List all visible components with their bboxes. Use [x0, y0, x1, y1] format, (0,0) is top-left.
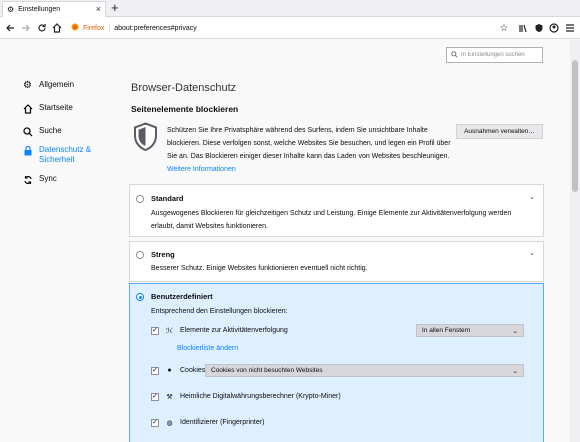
gear-icon: ⚙	[7, 5, 15, 14]
tab-settings[interactable]: ⚙ Einstellungen ×	[2, 1, 106, 17]
sync-icon	[22, 174, 33, 185]
tracker-icon: ℋ	[166, 327, 173, 335]
fingerprinters-checkbox[interactable]: ✓	[151, 418, 159, 427]
library-icon[interactable]	[516, 21, 530, 35]
sidebar-item-label: Datenschutz & Sicherheit	[39, 145, 92, 164]
cookies-label: Cookies	[180, 367, 206, 374]
custom-description: Entsprechend den Einstellungen blockiere…	[151, 308, 288, 315]
back-arrow-icon[interactable]	[3, 21, 17, 35]
sidebar-item-general[interactable]: ⚙ Allgemein	[22, 80, 74, 91]
sidebar-item-home[interactable]: Startseite	[22, 103, 73, 114]
account-icon[interactable]	[547, 21, 561, 35]
fingerprint-icon: ◍	[166, 419, 173, 427]
trackers-select[interactable]: In allen Fenstern ⌄	[416, 324, 524, 337]
sidebar-item-privacy[interactable]: Datenschutz & Sicherheit	[22, 145, 91, 165]
shield-icon	[134, 122, 157, 152]
new-tab-button[interactable]: +	[111, 1, 119, 15]
bookmark-star-icon[interactable]: ☆	[497, 21, 511, 35]
standard-description: Ausgewogenes Blockieren für gleichzeitig…	[151, 210, 512, 230]
lock-icon	[22, 145, 33, 156]
strict-radio[interactable]	[136, 251, 144, 259]
cookies-checkbox[interactable]: ✓	[151, 366, 159, 375]
chevron-down-icon: ⌄	[512, 367, 518, 375]
chevron-down-icon: ⌄	[512, 327, 518, 335]
strict-description: Besserer Schutz. Einige Websites funktio…	[151, 265, 368, 272]
settings-search[interactable]	[446, 47, 543, 63]
change-blocklist-link[interactable]: Blockierliste ändern	[177, 345, 238, 352]
forward-arrow-icon[interactable]	[19, 21, 33, 35]
tab-title: Einstellungen	[18, 6, 61, 13]
intro-description: Schützen Sie Ihre Privatsphäre während d…	[167, 127, 451, 160]
strict-title: Streng	[151, 250, 175, 259]
page-title: Browser-Datenschutz	[131, 82, 237, 94]
cryptominers-label: Heimliche Digitalwährungsberechner (Kryp…	[180, 393, 341, 400]
urlbar-divider: |	[108, 24, 111, 32]
sidebar-item-label: Startseite	[39, 103, 73, 112]
close-tab-icon[interactable]: ×	[96, 5, 101, 14]
manage-exceptions-button[interactable]: Ausnahmen verwalten…	[456, 124, 543, 139]
intro-text: Schützen Sie Ihre Privatsphäre während d…	[167, 124, 451, 176]
menu-icon[interactable]	[563, 21, 577, 35]
option-strict-card[interactable]: Streng ⌄ Besserer Schutz. Einige Website…	[129, 241, 544, 282]
chevron-down-icon[interactable]: ⌄	[529, 193, 535, 201]
option-custom-card[interactable]: Benutzerdefiniert Entsprechend den Einst…	[129, 283, 544, 442]
cookies-select[interactable]: Cookies von nicht besuchten Websites ⌄	[205, 364, 524, 377]
cryptominers-row: ✓ ⚒ Heimliche Digitalwährungsberechner (…	[151, 390, 341, 403]
fingerprinters-row: ✓ ◍ Identifizierer (Fingerprinter)	[151, 416, 264, 429]
trackers-label: Elemente zur Aktivitätenverfolgung	[180, 327, 288, 334]
shield-icon[interactable]	[532, 21, 546, 35]
custom-title: Benutzerdefiniert	[151, 292, 213, 301]
url-bar[interactable]: Firefox | about:preferences#privacy	[68, 20, 492, 36]
option-standard-card[interactable]: Standard ⌄ Ausgewogenes Blockieren für g…	[129, 184, 544, 237]
cookie-icon: ●	[167, 367, 172, 374]
standard-title: Standard	[151, 194, 184, 203]
search-icon	[451, 50, 458, 60]
category-sidebar: ⚙ Allgemein Startseite Suche Datenschutz…	[0, 40, 110, 442]
cookies-row: ✓ ● Cookies	[151, 364, 205, 377]
fingerprinters-label: Identifizierer (Fingerprinter)	[180, 419, 265, 426]
url-text[interactable]: about:preferences#privacy	[114, 25, 197, 32]
firefox-logo-icon	[71, 23, 79, 33]
trackers-row: ✓ ℋ Elemente zur Aktivitätenverfolgung	[151, 324, 288, 337]
cookies-select-value: Cookies von nicht besuchten Websites	[211, 367, 323, 374]
sidebar-item-search[interactable]: Suche	[22, 126, 62, 137]
home-icon[interactable]	[50, 21, 64, 35]
sidebar-item-label: Allgemein	[39, 80, 75, 89]
cryptominer-icon: ⚒	[166, 393, 173, 401]
navigation-bar: Firefox | about:preferences#privacy ☆	[0, 17, 580, 39]
standard-radio[interactable]	[136, 195, 144, 203]
identity-label: Firefox	[83, 24, 105, 32]
scrollbar-thumb[interactable]	[572, 60, 578, 192]
gear-icon: ⚙	[23, 79, 32, 91]
trackers-checkbox[interactable]: ✓	[151, 326, 159, 335]
sidebar-item-label: Sync	[39, 174, 57, 183]
settings-search-input[interactable]	[461, 52, 541, 58]
sidebar-item-label: Suche	[39, 126, 62, 135]
learn-more-link[interactable]: Weitere Informationen	[167, 166, 236, 173]
cryptominers-checkbox[interactable]: ✓	[151, 392, 159, 401]
search-icon	[22, 126, 33, 137]
reload-icon[interactable]	[35, 21, 49, 35]
tab-strip: ⚙ Einstellungen × +	[0, 0, 580, 17]
home-icon	[22, 103, 33, 114]
custom-radio[interactable]	[136, 293, 144, 301]
sidebar-item-sync[interactable]: Sync	[22, 174, 57, 185]
section-heading: Seitenelemente blockieren	[131, 104, 239, 114]
chevron-down-icon[interactable]: ⌄	[529, 249, 535, 257]
trackers-select-value: In allen Fenstern	[422, 327, 471, 334]
